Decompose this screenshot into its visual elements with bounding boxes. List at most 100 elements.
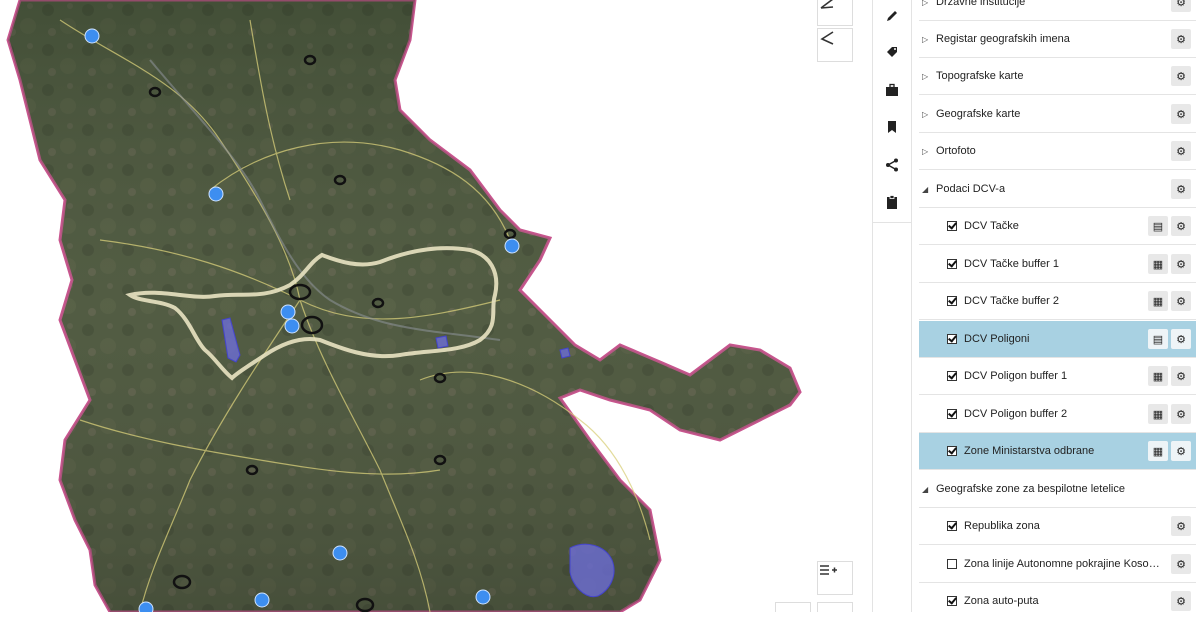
gear-icon: ⚙ [1176,520,1186,533]
layer-label: Republika zona [964,520,1040,532]
pencil-icon [887,11,897,21]
attribute-table-button[interactable]: ▤ [1148,329,1168,349]
layer-visibility-checkbox[interactable] [947,409,957,419]
map-control-button[interactable] [817,602,853,612]
list-add-icon [820,565,837,575]
attribute-table-button[interactable]: ▤ [1148,216,1168,236]
layer-visibility-checkbox[interactable] [947,596,957,606]
attribute-table-button[interactable]: ▦ [1148,291,1168,311]
share-button[interactable] [873,149,911,181]
layer-settings-button[interactable]: ⚙ [1171,554,1191,574]
layer-item-dcv-tacke-buffer-2[interactable]: DCV Tačke buffer 2 ▦ ⚙ [919,283,1196,320]
layer-group-drzavne-institucije[interactable]: ▷ Državne institucije ⚙ [919,0,1196,21]
layer-settings-button[interactable]: ⚙ [1171,516,1191,536]
layer-item-dcv-poligon-buffer-2[interactable]: DCV Poligon buffer 2 ▦ ⚙ [919,396,1196,433]
layer-settings-button[interactable]: ⚙ [1171,216,1191,236]
expanded-arrow-icon: ◢ [922,484,929,494]
layer-group-label: Ortofoto [936,145,976,157]
table-icon: ▦ [1152,258,1164,271]
layer-group-bespilotne-letelice[interactable]: ◢ Geografske zone za bespilotne letelice [919,471,1196,508]
layer-settings-button[interactable]: ⚙ [1171,104,1191,124]
collapsed-arrow-icon: ▷ [922,146,929,156]
layer-item-dcv-poligon-buffer-1[interactable]: DCV Poligon buffer 1 ▦ ⚙ [919,358,1196,395]
layer-settings-button[interactable]: ⚙ [1171,29,1191,49]
layer-settings-button[interactable]: ⚙ [1171,404,1191,424]
gear-icon: ⚙ [1176,370,1186,383]
collapsed-arrow-icon: ▷ [922,71,929,81]
gear-icon: ⚙ [1176,108,1186,121]
layer-group-podaci-dcv[interactable]: ◢ Podaci DCV-a ⚙ [919,171,1196,208]
layer-settings-button[interactable]: ⚙ [1171,254,1191,274]
layer-item-zone-ministarstva-odbrane[interactable]: Zone Ministarstva odbrane ▦ ⚙ [919,433,1196,470]
layer-item-zona-auto-puta[interactable]: Zona auto-puta ⚙ [919,583,1196,612]
bookmarks-button[interactable] [873,111,911,143]
layer-settings-button[interactable]: ⚙ [1171,591,1191,611]
map-control-button[interactable] [775,602,811,612]
layer-settings-button[interactable]: ⚙ [1171,0,1191,12]
layer-group-label: Registar geografskih imena [936,33,1070,45]
gear-icon: ⚙ [1176,0,1186,9]
map-canvas[interactable] [0,0,872,612]
table-filter-icon: ▤ [1152,220,1164,233]
ruler-line-icon [820,0,834,9]
gear-icon: ⚙ [1176,33,1186,46]
layer-visibility-checkbox[interactable] [947,334,957,344]
gear-icon: ⚙ [1176,220,1186,233]
table-icon: ▦ [1152,408,1164,421]
collapsed-arrow-icon: ▷ [922,34,929,44]
layer-settings-button[interactable]: ⚙ [1171,179,1191,199]
gear-icon: ⚙ [1176,295,1186,308]
share-icon [886,158,898,172]
layer-settings-button[interactable]: ⚙ [1171,291,1191,311]
gear-icon: ⚙ [1176,70,1186,83]
layer-panel: ▷ Državne institucije ⚙ ▷ Registar geogr… [912,0,1200,612]
layer-item-republika-zona[interactable]: Republika zona ⚙ [919,508,1196,545]
layer-label: DCV Poligoni [964,333,1030,345]
attribute-table-button[interactable]: ▦ [1148,404,1168,424]
measure-angle-icon [820,31,834,45]
layer-item-dcv-poligoni[interactable]: DCV Poligoni ▤ ⚙ [919,321,1196,358]
clipboard-button[interactable] [873,186,911,218]
collapsed-arrow-icon: ▷ [922,109,929,119]
layer-visibility-checkbox[interactable] [947,259,957,269]
layer-settings-button[interactable]: ⚙ [1171,441,1191,461]
map-view[interactable] [0,0,872,612]
table-icon: ▦ [1152,295,1164,308]
layer-visibility-checkbox[interactable] [947,221,957,231]
layer-item-dcv-tacke[interactable]: DCV Tačke ▤ ⚙ [919,208,1196,245]
layer-settings-button[interactable]: ⚙ [1171,366,1191,386]
attribute-table-button[interactable]: ▦ [1148,254,1168,274]
briefcase-icon [886,83,898,96]
layer-group-ortofoto[interactable]: ▷ Ortofoto ⚙ [919,133,1196,170]
tag-tool-button[interactable] [873,36,911,68]
layer-label: DCV Tačke [964,220,1019,232]
layer-visibility-checkbox[interactable] [947,371,957,381]
gear-icon: ⚙ [1176,408,1186,421]
layer-group-topografske-karte[interactable]: ▷ Topografske karte ⚙ [919,58,1196,95]
table-icon: ▦ [1152,445,1164,458]
layer-group-geografske-karte[interactable]: ▷ Geografske karte ⚙ [919,96,1196,133]
gear-icon: ⚙ [1176,333,1186,346]
side-toolbar [872,0,912,612]
attribute-table-button[interactable]: ▦ [1148,366,1168,386]
attribute-table-button[interactable]: ▦ [1148,441,1168,461]
layer-group-label: Geografske karte [936,108,1021,120]
edit-tool-button[interactable] [873,0,911,32]
layer-group-registar[interactable]: ▷ Registar geografskih imena ⚙ [919,21,1196,58]
measure-angle-button[interactable] [817,28,853,62]
layer-label: DCV Tačke buffer 2 [964,295,1059,307]
layer-visibility-checkbox[interactable] [947,296,957,306]
layer-label: DCV Poligon buffer 1 [964,370,1068,382]
legend-add-button[interactable] [817,561,853,595]
layer-settings-button[interactable]: ⚙ [1171,66,1191,86]
layer-item-dcv-tacke-buffer-1[interactable]: DCV Tačke buffer 1 ▦ ⚙ [919,246,1196,283]
layer-visibility-checkbox[interactable] [947,559,957,569]
layer-label: Zona auto-puta [964,595,1039,607]
measure-line-button[interactable] [817,0,853,26]
tools-button[interactable] [873,74,911,106]
layer-item-zona-kosova[interactable]: Zona linije Autonomne pokrajine Kosova..… [919,546,1196,583]
layer-settings-button[interactable]: ⚙ [1171,141,1191,161]
layer-visibility-checkbox[interactable] [947,521,957,531]
layer-visibility-checkbox[interactable] [947,446,957,456]
layer-settings-button[interactable]: ⚙ [1171,329,1191,349]
